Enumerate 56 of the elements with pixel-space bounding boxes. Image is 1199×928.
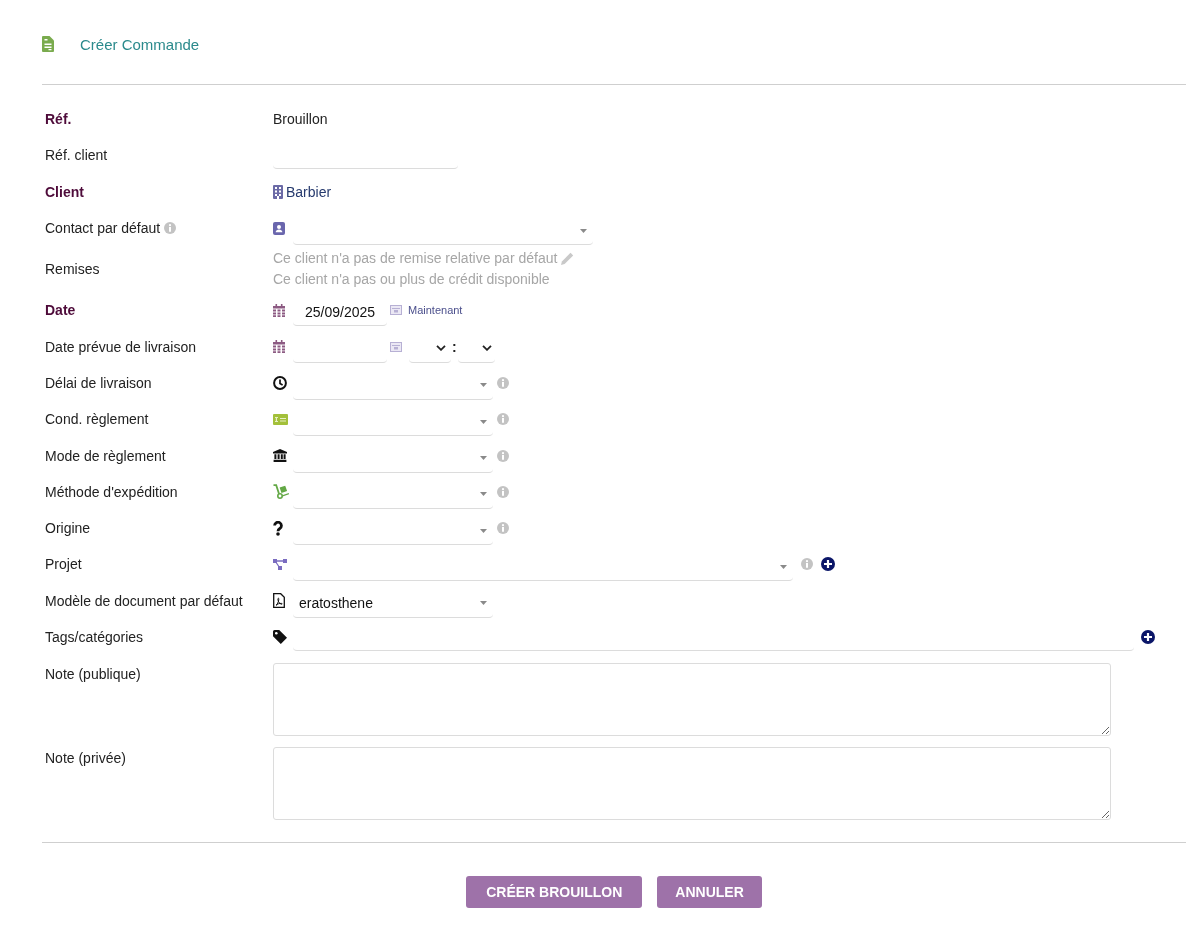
field-label: Date [45, 302, 76, 319]
dropdown-arrow-icon [480, 383, 487, 388]
datepicker-icon[interactable] [390, 305, 402, 316]
question-icon [273, 520, 283, 536]
field-label: Modèle de document par défaut [45, 592, 243, 609]
time-separator: : [452, 338, 457, 355]
tag-icon [273, 630, 287, 644]
pencil-icon[interactable] [560, 251, 575, 266]
field-label: Cond. règlement [45, 411, 149, 428]
cancel-button[interactable]: ANNULER [657, 876, 762, 909]
datepicker-icon[interactable] [390, 341, 402, 352]
dropdown-arrow-icon [480, 601, 487, 606]
field-label: Contact par défaut [45, 220, 161, 237]
field-label: Date prévue de livraison [45, 338, 196, 355]
field-label: Note (publique) [45, 666, 141, 683]
dropdown-arrow-icon [480, 528, 487, 533]
field-label: Méthode d'expédition [45, 483, 178, 500]
clock-icon [273, 375, 287, 390]
field-label: Projet [45, 556, 82, 573]
client-link[interactable]: Barbier [273, 183, 332, 200]
create-draft-button[interactable]: CRÉER BROUILLON [466, 876, 643, 909]
note-textarea[interactable] [273, 747, 1111, 821]
dropdown-arrow-icon [480, 456, 487, 460]
page-title: Créer Commande [80, 35, 200, 53]
pdf-file-icon [273, 593, 285, 609]
field-label: Note (privée) [45, 750, 126, 767]
dropdown-arrow-icon [480, 492, 487, 497]
chevron-icon [481, 345, 492, 352]
field-label: Tags/catégories [45, 629, 144, 645]
plus-circle-icon[interactable] [1141, 630, 1155, 644]
field-label: Remises [45, 261, 100, 278]
field-label: Réf. client [45, 147, 108, 164]
field-label: Client [45, 183, 84, 200]
field-label: Délai de livraison [45, 374, 152, 391]
address-book-icon [273, 221, 285, 235]
field-label: Mode de règlement [45, 447, 166, 464]
now-link[interactable]: Maintenant [408, 304, 463, 317]
dropdown-arrow-icon [780, 564, 787, 569]
diagram-icon [273, 558, 287, 570]
note-textarea[interactable] [273, 663, 1111, 737]
plus-circle-icon[interactable] [821, 557, 835, 572]
money-bill-icon [273, 413, 288, 425]
chevron-icon [436, 345, 446, 352]
calendar-icon [273, 303, 285, 317]
dropdown-arrow-icon [580, 228, 587, 233]
hand-truck-icon [273, 484, 289, 500]
bank-icon [273, 449, 287, 462]
credit-note: Ce client n'a pas ou plus de crédit disponible [273, 270, 550, 290]
reference-value: Brouillon [273, 111, 328, 128]
dropdown-arrow-icon [480, 419, 487, 424]
document-icon [42, 36, 54, 52]
discount-note: Ce client n'a pas de remise relative par défaut [273, 249, 558, 269]
field-label: Réf. [45, 111, 72, 128]
calendar-icon [273, 340, 285, 354]
building-icon [273, 184, 283, 199]
field-label: Origine [45, 520, 91, 537]
